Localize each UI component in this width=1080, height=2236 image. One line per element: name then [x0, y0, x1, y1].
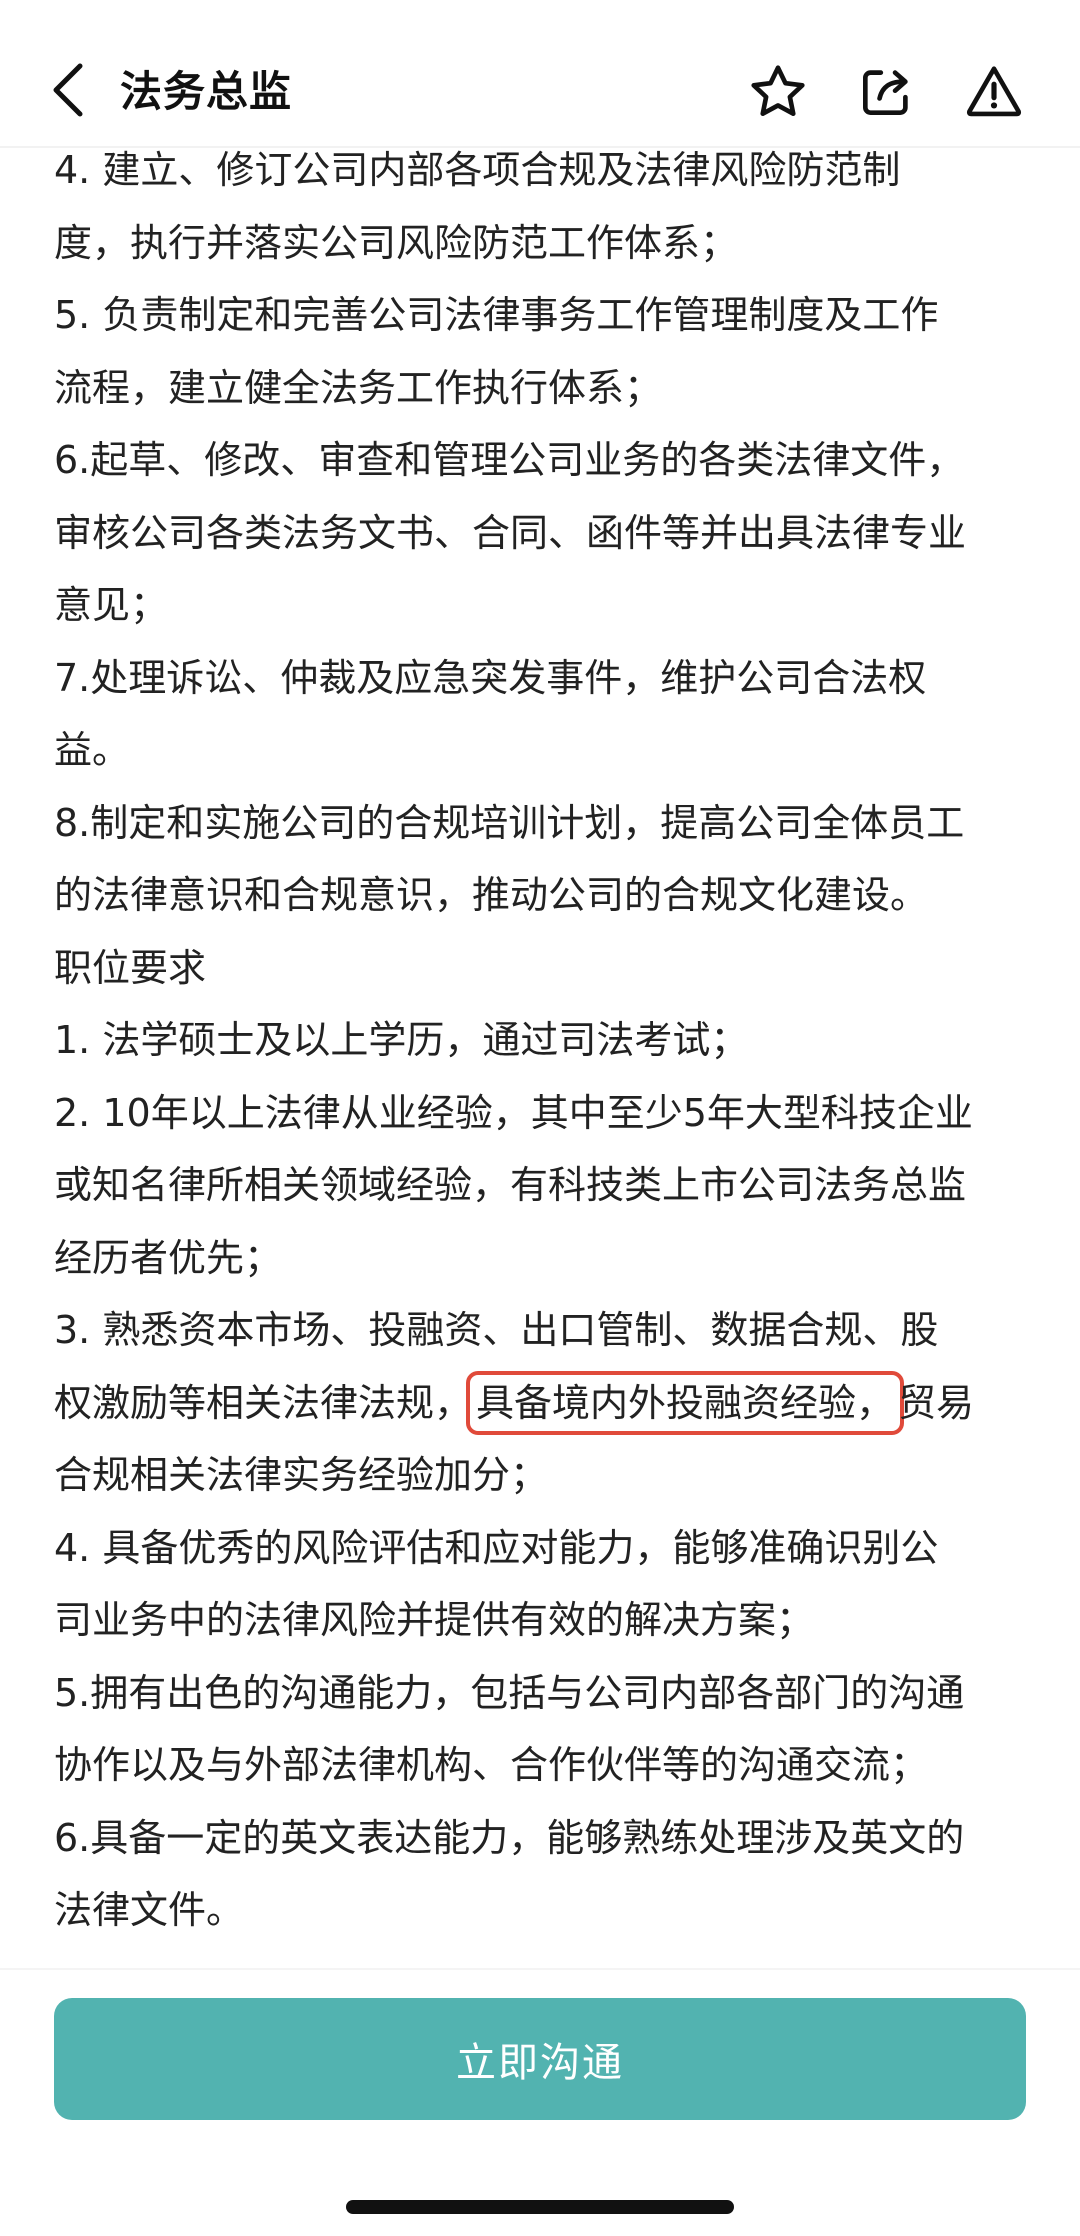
text-segment: 贸易 — [898, 1380, 975, 1425]
text-line: 3. 熟悉资本市场、投融资、出口管制、数据合规、股 — [54, 1308, 939, 1352]
text-line: 的法律意识和合规意识，推动公司的合规文化建设。 — [54, 873, 929, 917]
report-button[interactable] — [956, 54, 1032, 130]
chevron-left-icon — [53, 63, 83, 117]
text-line: 4. 建立、修订公司内部各项合规及法律风险防范制 — [54, 148, 901, 192]
top-nav-bar: 法务总监 — [0, 0, 1080, 148]
text-line: 5.拥有出色的沟通能力，包括与公司内部各部门的沟通 — [54, 1670, 965, 1715]
text-line: 审核公司各类法务文书、合同、函件等并出具法律专业 — [54, 510, 967, 555]
text-line: 5. 负责制定和完善公司法律事务工作管理制度及工作 — [54, 293, 939, 337]
text-line: 4. 具备优秀的风险评估和应对能力，能够准确识别公 — [54, 1525, 939, 1570]
bottom-action-bar: 立即沟通 — [0, 1968, 1080, 2236]
page-title: 法务总监 — [120, 67, 293, 116]
back-button[interactable] — [38, 52, 98, 128]
section-heading: 职位要求 — [54, 945, 207, 990]
chat-now-button[interactable]: 立即沟通 — [54, 1998, 1026, 2120]
text-line: 协作以及与外部法律机构、合作伙伴等的沟通交流； — [54, 1743, 929, 1787]
text-line: 司业务中的法律风险并提供有效的解决方案； — [54, 1598, 815, 1642]
text-segment: 权激励等相关法律法规， — [54, 1380, 473, 1425]
text-line: 6.起草、修改、审查和管理公司业务的各类法律文件， — [54, 438, 965, 482]
text-line: 法律文件。 — [54, 1888, 245, 1932]
text-line: 益。 — [54, 728, 131, 772]
text-line: 意见； — [54, 583, 169, 627]
text-line: 流程，建立健全法务工作执行体系； — [54, 365, 663, 410]
home-indicator — [346, 2200, 734, 2214]
text-line: 1. 法学硕士及以上学历，通过司法考试； — [54, 1018, 749, 1062]
text-line: 2. 10年以上法律从业经验，其中至少5年大型科技企业 — [54, 1090, 973, 1135]
star-icon — [751, 65, 805, 117]
text-line: 或知名律所相关领域经验，有科技类上市公司法务总监 — [54, 1163, 967, 1207]
share-button[interactable] — [848, 54, 924, 130]
text-line: 6.具备一定的英文表达能力，能够熟练处理涉及英文的 — [54, 1815, 965, 1860]
text-line: 经历者优先； — [54, 1235, 283, 1280]
job-description: 4. 建立、修订公司内部各项合规及法律风险防范制 度，执行并落实公司风险防范工作… — [54, 134, 1034, 1947]
highlighted-text: 具备境内外投融资经验， — [466, 1370, 905, 1435]
share-icon — [863, 70, 908, 115]
text-line: 7.处理诉讼、仲裁及应急突发事件，维护公司合法权 — [54, 655, 927, 700]
text-line: 合规相关法律实务经验加分； — [54, 1453, 549, 1497]
report-icon — [966, 66, 1022, 117]
text-line: 8.制定和实施公司的合规培训计划，提高公司全体员工 — [54, 800, 965, 845]
text-line: 权激励等相关法律法规， 具备境内外投融资经验， 贸易 — [54, 1367, 1034, 1440]
text-line: 度，执行并落实公司风险防范工作体系； — [54, 220, 739, 265]
favorite-button[interactable] — [740, 54, 816, 130]
